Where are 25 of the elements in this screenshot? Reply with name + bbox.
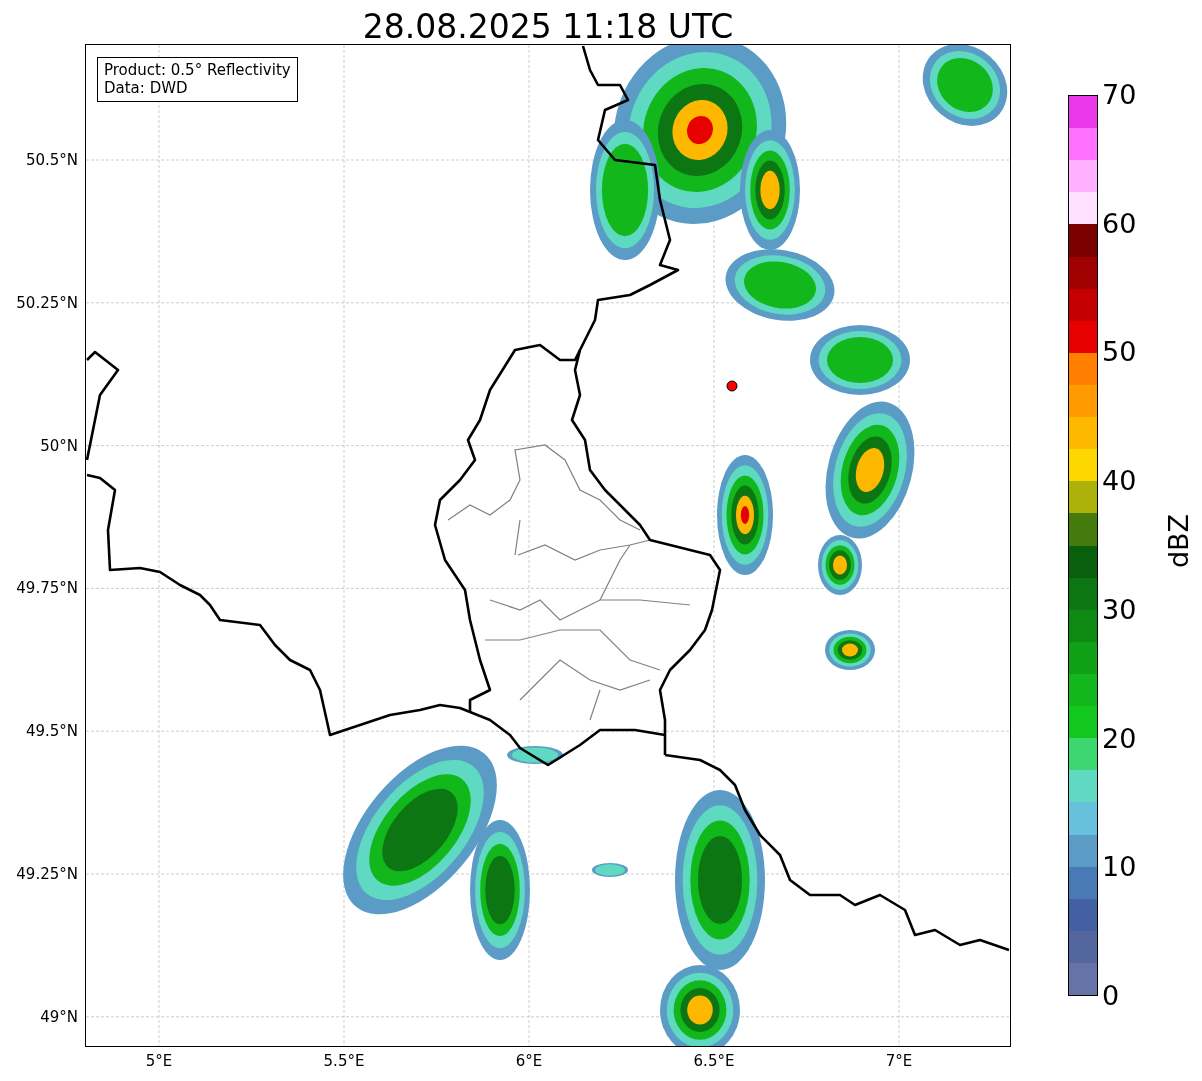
chart-title: 28.08.2025 11:18 UTC — [361, 6, 735, 45]
axis-tick-label: 6°E — [515, 1052, 543, 1070]
axis-tick-label: 50.25°N — [16, 293, 78, 312]
axis-tick-label: 50°N — [40, 436, 78, 455]
axis-tick-label: 5.5°E — [323, 1052, 365, 1070]
colorbar-tick-label: 40 — [1102, 465, 1137, 498]
axis-tick-label: 5°E — [145, 1052, 173, 1070]
colorbar-tick-label: 30 — [1102, 593, 1137, 626]
axis-tick-label: 49°N — [40, 1007, 78, 1026]
colorbar-tick-label: 0 — [1102, 980, 1120, 1012]
legend-text: Product: 0.5° Reflectivity — [104, 61, 291, 79]
colorbar-tick-label: 60 — [1102, 207, 1137, 240]
colorbar-tick-label: 10 — [1102, 851, 1137, 884]
legend-text: Data: DWD — [104, 79, 189, 97]
axis-tick-label: 50.5°N — [25, 151, 78, 169]
axis-tick-label: 7°E — [885, 1052, 913, 1070]
colorbar-tick-label: 70 — [1102, 79, 1137, 111]
colorbar-unit-label: dBZ — [1163, 513, 1196, 569]
colorbar-tick-label: 50 — [1102, 336, 1137, 369]
axis-tick-label: 49.5°N — [25, 722, 78, 741]
axis-tick-label: 49.75°N — [16, 579, 78, 598]
location-marker — [726, 380, 738, 392]
axis-tick-label: 6.5°E — [693, 1052, 735, 1070]
axis-tick-label: 49.25°N — [16, 865, 78, 883]
colorbar-tick-label: 20 — [1102, 722, 1137, 755]
